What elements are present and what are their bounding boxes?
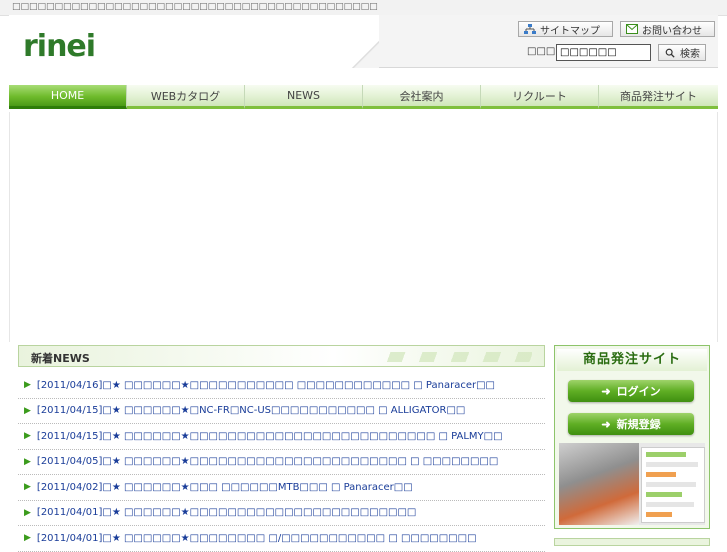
arrow-icon: ▶ bbox=[24, 431, 31, 442]
news-header-decoration bbox=[382, 352, 532, 362]
nav-recruit-label: リクルート bbox=[512, 89, 567, 103]
news-date: [2011/04/16] bbox=[36, 379, 103, 391]
news-item[interactable]: ▶ [2011/04/16] □★ □□□□□□★□□□□□□□□□□□ □□□□□… bbox=[18, 373, 545, 399]
login-button[interactable]: ➜ ログイン bbox=[568, 380, 694, 402]
news-item[interactable]: ▶ [2011/04/15] □★ □□□□□□★□NC-FR□NC-US□□□□□… bbox=[18, 399, 545, 424]
sitemap-label: サイトマップ bbox=[540, 25, 600, 37]
nav-recruit[interactable]: リクルート bbox=[481, 85, 599, 109]
order-site-panel: 商品発注サイト ➜ ログイン ➜ 新規登録 bbox=[554, 345, 710, 529]
news-title: 新着NEWS bbox=[31, 352, 90, 365]
news-text: □★ □□□□□□★□□□□□□□□□□□□□□□□□□□□□□□□ bbox=[102, 507, 417, 519]
news-item[interactable]: ▶ [2011/04/01] □★ □□□□□□★□□□□□□□□ □/□□□□□□… bbox=[18, 526, 545, 552]
search-button-label: 検索 bbox=[680, 49, 700, 60]
register-label: 新規登録 bbox=[616, 418, 661, 431]
news-date: [2011/04/01] bbox=[36, 507, 103, 519]
arrow-icon: ▶ bbox=[24, 405, 31, 416]
news-item[interactable]: ▶ [2011/04/01] □★ □□□□□□★□□□□□□□□□□□□□□□□□… bbox=[18, 501, 545, 526]
news-item[interactable]: ▶ [2011/04/15] □★ □□□□□□★□□□□□□□□□□□□□□□□□… bbox=[18, 424, 545, 450]
news-text: □★ □□□□□□★□NC-FR□NC-US□□□□□□□□□□□ □ ALLI… bbox=[102, 405, 466, 417]
nav-news[interactable]: NEWS bbox=[245, 85, 363, 109]
nav-company[interactable]: 会社案内 bbox=[363, 85, 481, 109]
magnifier-icon bbox=[665, 48, 675, 58]
news-date: [2011/04/02] bbox=[36, 481, 103, 493]
nav-home[interactable]: HOME bbox=[9, 85, 127, 109]
news-text: □★ □□□□□□★□□□□□□□□□□□ □□□□□□□□□□□□ □ Pan… bbox=[102, 379, 495, 391]
arrow-icon: ▶ bbox=[24, 380, 31, 391]
news-header: 新着NEWS bbox=[18, 345, 545, 367]
banner-photo bbox=[559, 443, 639, 525]
news-date: [2011/04/15] bbox=[36, 405, 103, 417]
search-input[interactable] bbox=[556, 44, 651, 61]
news-item[interactable]: ▶ [2011/04/05] □★ □□□□□□★□□□□□□□□□□□□□□□□□… bbox=[18, 450, 545, 475]
nav-news-label: NEWS bbox=[286, 89, 321, 102]
news-item[interactable]: ▶ [2011/04/02] □★ □□□□□□★□□□ □□□□□□MTB□□□ … bbox=[18, 475, 545, 501]
news-text: □★ □□□□□□★□□□□□□□□□□□□□□□□□□□□□□□ □ □□□□… bbox=[102, 456, 499, 468]
arrow-icon: ▶ bbox=[24, 533, 31, 544]
news-section: 新着NEWS ▶ [2011/04/16] □★ □□□□□□★□□□□□□□□□□… bbox=[18, 345, 545, 552]
top-notice-bar: □□□□□□□□□□□□□□□□□□□□□□□□□□□□□□□□□□□□□□□□… bbox=[0, 0, 727, 16]
register-button[interactable]: ➜ 新規登録 bbox=[568, 413, 694, 435]
login-label: ログイン bbox=[616, 385, 661, 398]
arrow-right-icon: ➜ bbox=[601, 417, 611, 431]
search-button[interactable]: 検索 bbox=[658, 44, 706, 61]
arrow-icon: ▶ bbox=[24, 507, 31, 518]
news-list: ▶ [2011/04/16] □★ □□□□□□★□□□□□□□□□□□ □□□□□… bbox=[18, 373, 545, 552]
nav-company-label: 会社案内 bbox=[399, 89, 444, 103]
news-text: □★ □□□□□□★□□□ □□□□□□MTB□□□ □ Panaracer□□ bbox=[102, 481, 413, 493]
main-nav: HOME WEBカタログ NEWS 会社案内 リクルート 商品発注サイト bbox=[9, 85, 718, 109]
news-text: □★ □□□□□□★□□□□□□□□□□□□□□□□□□□□□□□□□□ □ P… bbox=[102, 430, 503, 442]
nav-order-site[interactable]: 商品発注サイト bbox=[599, 85, 718, 109]
banner-site-preview bbox=[641, 447, 705, 523]
news-date: [2011/04/15] bbox=[36, 430, 103, 442]
hero-area bbox=[9, 112, 718, 342]
contact-label: お問い合わせ bbox=[642, 25, 702, 37]
top-notice-text: □□□□□□□□□□□□□□□□□□□□□□□□□□□□□□□□□□□□□□□□… bbox=[12, 2, 378, 12]
nav-order-site-label: 商品発注サイト bbox=[620, 89, 697, 103]
arrow-icon: ▶ bbox=[24, 482, 31, 493]
contact-button[interactable]: お問い合わせ bbox=[620, 21, 715, 37]
news-text: □★ □□□□□□★□□□□□□□□ □/□□□□□□□□□□□ □ □□□□□… bbox=[102, 532, 477, 544]
order-site-title: 商品発注サイト bbox=[557, 349, 707, 371]
sitemap-icon bbox=[524, 24, 536, 34]
news-date: [2011/04/01] bbox=[36, 532, 103, 544]
arrow-icon: ▶ bbox=[24, 456, 31, 467]
nav-home-label: HOME bbox=[50, 89, 85, 102]
arrow-right-icon: ➜ bbox=[601, 384, 611, 398]
nav-web-catalog[interactable]: WEBカタログ bbox=[127, 85, 245, 109]
site-logo[interactable]: rinei bbox=[23, 29, 96, 64]
mail-icon bbox=[626, 24, 638, 34]
sitemap-button[interactable]: サイトマップ bbox=[518, 21, 613, 37]
nav-web-catalog-label: WEBカタログ bbox=[150, 89, 221, 103]
news-date: [2011/04/05] bbox=[36, 456, 103, 468]
order-site-banner-image[interactable] bbox=[559, 443, 705, 525]
